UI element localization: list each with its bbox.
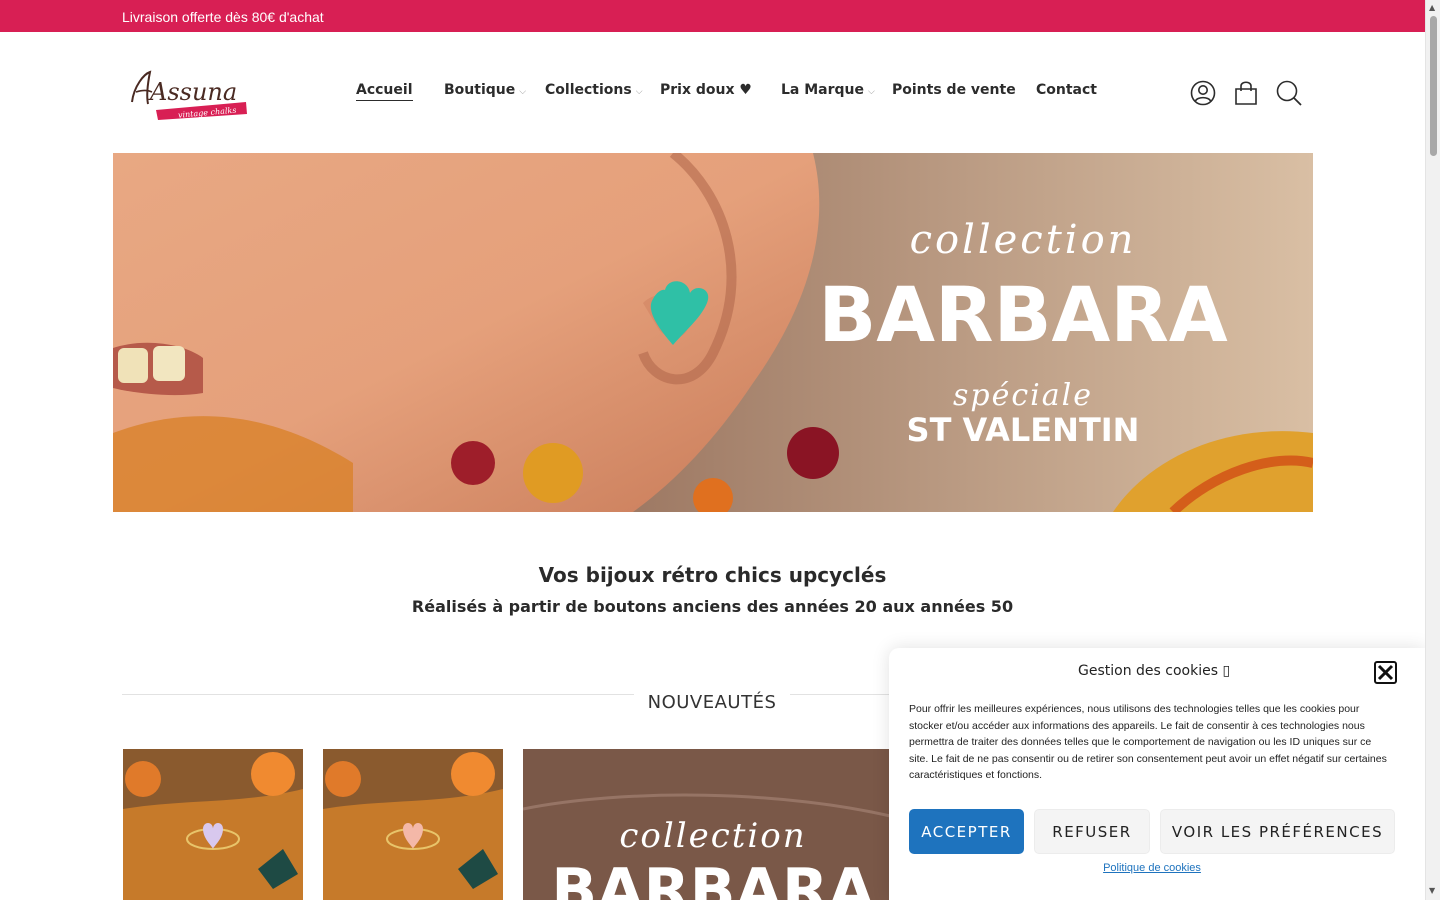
close-button[interactable] [1374,661,1397,684]
cookie-policy-link[interactable]: Politique de cookies [889,862,1415,874]
close-icon [1377,664,1394,681]
user-icon[interactable] [1189,79,1217,107]
cookie-banner-text: Pour offrir les meilleures expériences, … [909,703,1387,782]
chevron-down-icon: ⌵ [519,87,527,97]
site-logo[interactable]: Assuna vintage chalks [128,66,252,122]
scroll-down-arrow-icon[interactable]: ▼ [1429,886,1435,895]
cookie-title-glyph-icon: ▯ [1222,663,1231,679]
refuse-cookies-button[interactable]: REFUSER [1034,809,1150,854]
nav-item-collections[interactable]: Collections ⌵ [545,82,643,98]
chevron-down-icon: ⌵ [868,87,875,97]
promo-bar: Livraison offerte dès 80€ d'achat [0,0,1425,32]
accept-cookies-button[interactable]: ACCEPTER [909,809,1024,854]
chevron-down-icon: ⌵ [635,87,643,97]
tagline-heading: Vos bijoux rétro chics upcyclés [538,563,887,587]
section-divider [122,694,634,695]
hero-banner[interactable]: collection BARBARA spéciale ST VALENTIN [113,153,1313,512]
product-card[interactable] [123,749,303,900]
pink-heart-ring-image [323,749,503,900]
cookie-banner-title: Gestion des cookies ▯ [1078,663,1231,679]
product-card-collection[interactable]: collection BARBARA [523,749,903,900]
page-scrollbar[interactable]: ▲ ▼ [1425,0,1440,900]
logo-wordmark: Assuna [148,78,237,106]
collection-title: BARBARA [551,856,875,900]
cookie-consent-banner: Gestion des cookies ▯ Pour offrir les me… [889,648,1425,900]
promo-text: Livraison offerte dès 80€ d'achat [122,9,324,25]
tagline-subheading: Réalisés à partir de boutons anciens des… [411,597,1014,616]
search-icon[interactable] [1275,79,1303,107]
collection-script-word: collection [619,816,806,856]
hero-subscript: spéciale [953,378,1093,413]
nav-item-prix-doux[interactable]: Prix doux ♥ [660,82,752,98]
nav-item-points-de-vente[interactable]: Points de vente [892,82,1016,98]
scrollbar-thumb[interactable] [1430,16,1437,156]
section-title-nouveautes: NOUVEAUTÉS [647,692,777,713]
hero-image: collection BARBARA spéciale ST VALENTIN [113,153,1313,512]
lilac-heart-ring-image [123,749,303,900]
nav-item-accueil[interactable]: Accueil [356,82,413,101]
collection-barbara-banner-image: collection BARBARA [523,749,903,900]
scroll-up-arrow-icon[interactable]: ▲ [1429,3,1435,12]
shopping-bag-icon[interactable] [1232,79,1260,107]
nav-item-boutique[interactable]: Boutique ⌵ [444,82,526,98]
assuna-logo-icon: Assuna vintage chalks [131,70,247,120]
view-preferences-button[interactable]: VOIR LES PRÉFÉRENCES [1160,809,1395,854]
nav-item-contact[interactable]: Contact [1036,82,1097,98]
hero-script-word: collection [910,217,1137,263]
nav-item-la-marque[interactable]: La Marque ⌵ [781,82,875,98]
product-card[interactable] [323,749,503,900]
section-divider [790,694,890,695]
hero-title: BARBARA [818,270,1228,359]
hero-subtitle: ST VALENTIN [907,411,1140,449]
